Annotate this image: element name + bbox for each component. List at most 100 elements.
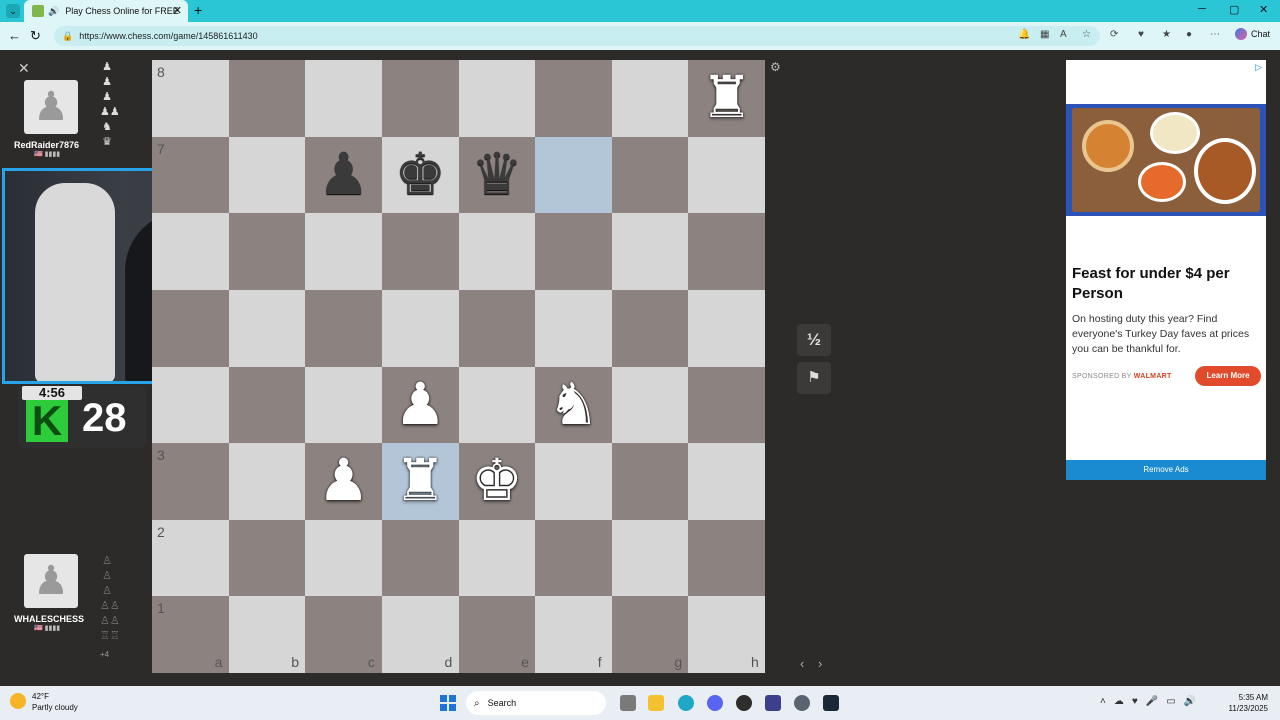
square-b4[interactable] (228, 366, 306, 444)
square-g5[interactable] (611, 289, 689, 367)
close-tab-icon[interactable]: ✕ (173, 4, 182, 17)
square-f2[interactable] (535, 519, 612, 597)
square-b3[interactable] (228, 443, 306, 520)
close-window-icon[interactable]: ✕ (1259, 3, 1268, 16)
square-g6[interactable] (611, 213, 689, 290)
square-h5[interactable] (688, 289, 765, 367)
ad-image[interactable] (1066, 104, 1266, 216)
square-c6[interactable] (305, 213, 382, 290)
square-b8[interactable] (228, 60, 306, 137)
ad-headline[interactable]: Feast for under $4 per Person (1072, 264, 1262, 304)
black-pawn-icon[interactable]: ♟ (305, 137, 382, 214)
taskbar-clock[interactable]: 5:35 AM 11/23/2025 (1229, 692, 1268, 714)
square-g7[interactable] (611, 136, 689, 214)
square-d6[interactable] (381, 213, 459, 290)
steam-icon[interactable] (823, 695, 839, 711)
square-h7[interactable] (688, 136, 765, 214)
square-e5[interactable] (458, 289, 536, 367)
browser-tab[interactable]: 🔊 Play Chess Online for FREE ✕ (24, 0, 188, 22)
square-b6[interactable] (228, 213, 306, 290)
square-c8[interactable] (305, 60, 382, 137)
square-c5[interactable] (305, 289, 382, 367)
square-f7[interactable] (535, 136, 612, 214)
white-rook-icon[interactable]: ♜ (688, 60, 765, 137)
app-icon[interactable] (765, 695, 781, 711)
square-h4[interactable] (688, 366, 765, 444)
white-knight-icon[interactable]: ♞ (535, 367, 612, 444)
square-h3[interactable] (688, 443, 765, 520)
top-player-avatar[interactable]: ♟ (24, 80, 78, 134)
bottom-player-name[interactable]: WHALESCHESS (14, 614, 144, 624)
tab-actions-icon[interactable]: ⌄ (6, 4, 20, 18)
square-g2[interactable] (611, 519, 689, 597)
profile-avatar-icon[interactable]: ● (1186, 29, 1192, 40)
task-view-icon[interactable] (620, 695, 636, 711)
adchoices-icon[interactable]: ▷ (1255, 62, 1262, 73)
square-g8[interactable] (611, 60, 689, 137)
square-f6[interactable] (535, 213, 612, 290)
square-d8[interactable] (381, 60, 459, 137)
square-g3[interactable] (611, 443, 689, 520)
board-settings-gear-icon[interactable]: ⚙ (770, 60, 781, 74)
close-panel-icon[interactable]: ✕ (18, 60, 30, 77)
black-queen-icon[interactable]: ♛ (459, 137, 536, 214)
square-c4[interactable] (305, 366, 382, 444)
square-f8[interactable] (535, 60, 612, 137)
maximize-icon[interactable]: ▢ (1229, 3, 1239, 16)
favorites-icon[interactable]: ★ (1162, 29, 1171, 40)
back-icon[interactable]: ← (8, 28, 21, 43)
white-pawn-icon[interactable]: ♟ (382, 367, 459, 444)
favorite-star-icon[interactable]: ☆ (1082, 29, 1091, 40)
obs-icon[interactable] (736, 695, 752, 711)
square-d2[interactable] (381, 519, 459, 597)
square-e4[interactable] (458, 366, 536, 444)
read-aloud-icon[interactable]: A (1060, 29, 1067, 40)
browser-essentials-icon[interactable]: ♥ (1138, 29, 1144, 40)
square-f3[interactable] (535, 443, 612, 520)
settings-icon[interactable] (794, 695, 810, 711)
refresh-icon[interactable]: ↻ (30, 28, 41, 44)
app-available-icon[interactable]: ▦ (1040, 29, 1049, 40)
more-menu-icon[interactable]: ⋯ (1210, 29, 1220, 40)
extensions-icon[interactable]: ⟳ (1110, 29, 1118, 40)
new-tab-icon[interactable]: + (194, 2, 202, 18)
square-e6[interactable] (458, 213, 536, 290)
square-h6[interactable] (688, 213, 765, 290)
square-f5[interactable] (535, 289, 612, 367)
square-g4[interactable] (611, 366, 689, 444)
url-field[interactable]: 🔒 https://www.chess.com/game/14586161143… (54, 26, 1100, 46)
white-king-icon[interactable]: ♚ (459, 443, 536, 520)
square-a5[interactable] (152, 289, 229, 367)
edge-icon[interactable] (678, 695, 694, 711)
offer-draw-button[interactable]: ½ (797, 324, 831, 356)
discord-icon[interactable] (707, 695, 723, 711)
black-king-icon[interactable]: ♚ (382, 137, 459, 214)
square-d5[interactable] (381, 289, 459, 367)
previous-move-button[interactable]: ‹ (800, 656, 804, 671)
system-tray[interactable]: ˄☁♥🎤▭🔊 (1100, 696, 1204, 707)
square-b5[interactable] (228, 289, 306, 367)
square-a6[interactable] (152, 213, 229, 290)
next-move-button[interactable]: › (818, 656, 822, 671)
notification-icon[interactable]: 🔔 (1018, 29, 1030, 40)
top-player-name[interactable]: RedRaider7876 (14, 140, 144, 150)
square-e2[interactable] (458, 519, 536, 597)
start-windows-icon[interactable] (440, 695, 456, 711)
taskbar-search[interactable]: ⌕ Search (466, 691, 606, 715)
square-b7[interactable] (228, 136, 306, 214)
learn-more-button[interactable]: Learn More (1195, 366, 1261, 386)
square-a4[interactable] (152, 366, 229, 444)
square-e8[interactable] (458, 60, 536, 137)
square-b2[interactable] (228, 519, 306, 597)
audio-playing-icon[interactable]: 🔊 (48, 6, 59, 17)
file-explorer-icon[interactable] (648, 695, 664, 711)
copilot-chat-button[interactable]: Chat (1234, 28, 1270, 40)
resign-flag-button[interactable]: ⚑ (797, 362, 831, 394)
white-rook-icon[interactable]: ♜ (382, 443, 459, 520)
remove-ads-button[interactable]: Remove Ads (1066, 460, 1266, 480)
chess-board[interactable]: 8 7 3 2 1 a b c d e f g h ♜ ♟ ♚ ♛ ♟ ♞ ♟ ♜ ♚ (152, 60, 765, 673)
minimize-icon[interactable]: ─ (1198, 3, 1206, 15)
white-pawn-icon[interactable]: ♟ (305, 443, 382, 520)
square-c2[interactable] (305, 519, 382, 597)
bottom-player-avatar[interactable]: ♟ (24, 554, 78, 608)
